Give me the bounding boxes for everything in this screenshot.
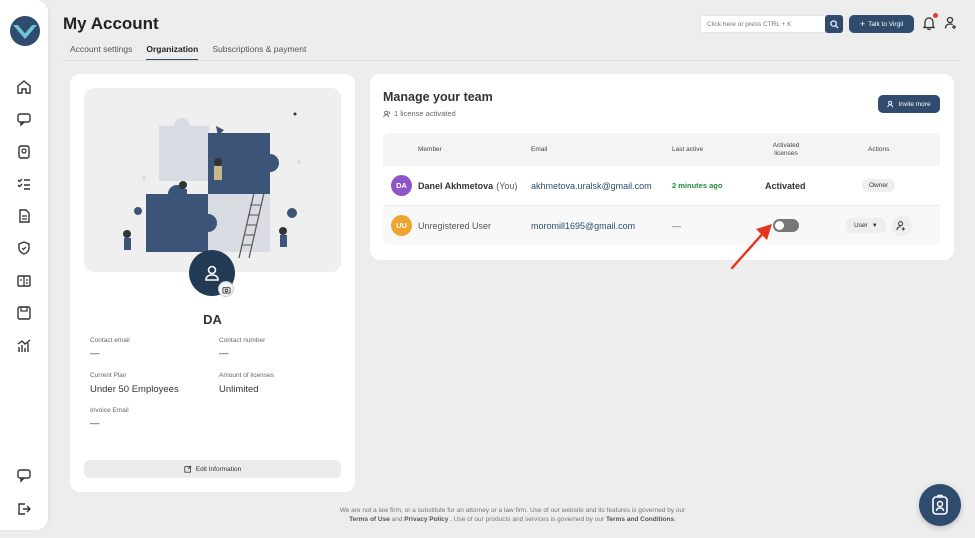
member-name: Unregistered User: [418, 220, 492, 231]
license-status: 1 license activated: [383, 109, 456, 118]
search-bar: [700, 15, 843, 33]
chevron-down-icon: ▼: [871, 222, 878, 229]
shield-icon[interactable]: [14, 238, 34, 258]
role-select[interactable]: User ▼: [846, 218, 886, 233]
avatar: DA: [391, 175, 412, 196]
tab-subscriptions-payment[interactable]: Subscriptions & payment: [212, 44, 306, 61]
upload-photo-button[interactable]: [218, 281, 234, 297]
app-logo[interactable]: [10, 16, 40, 46]
footer-end: .: [674, 516, 676, 523]
edit-information-button[interactable]: Edit Information: [84, 460, 341, 478]
tab-organization[interactable]: Organization: [146, 44, 199, 61]
puzzle-illustration: [84, 88, 341, 272]
home-icon[interactable]: [14, 77, 34, 97]
footer-line-1: We are not a law firm, or a substitute f…: [339, 507, 686, 514]
compare-icon[interactable]: [14, 271, 34, 291]
member-email[interactable]: moromill1695@gmail.com: [531, 206, 635, 245]
licenses-amount-label: Amount of licenses: [219, 372, 274, 379]
column-member: Member: [418, 146, 442, 153]
member-suffix: (You): [496, 180, 518, 191]
tabs-divider: [63, 60, 960, 61]
owner-cell: Owner: [862, 166, 896, 205]
users-icon: [383, 110, 390, 117]
column-email: Email: [531, 146, 548, 153]
assistant-badge-icon: [932, 494, 948, 515]
member-name: Danel Akhmetova: [418, 180, 494, 191]
add-user-icon: [887, 100, 894, 108]
save-icon[interactable]: [14, 303, 34, 323]
sidebar: [0, 0, 48, 530]
search-input[interactable]: [701, 20, 825, 28]
current-plan-value: Under 50 Employees: [90, 384, 179, 395]
document-icon[interactable]: [14, 206, 34, 226]
team-table: Member Email Last active Activated licen…: [383, 133, 940, 245]
invoice-email-value: —: [90, 418, 100, 429]
annotation-arrow-icon: [730, 224, 772, 270]
team-title: Manage your team: [383, 90, 493, 104]
table-row: DA Danel Akhmetova (You) akhmetova.urals…: [383, 166, 940, 206]
table-row: UU Unregistered User moromill1695@gmail.…: [383, 206, 940, 245]
contact-email-value: —: [90, 348, 100, 359]
avatar: UU: [391, 215, 412, 236]
current-plan-label: Current Plan: [90, 372, 127, 379]
invoice-email-label: Invoice Email: [90, 407, 129, 414]
column-last-active: Last active: [672, 146, 704, 153]
contact-number-value: —: [219, 348, 229, 359]
search-button[interactable]: [825, 15, 843, 33]
actions-cell: User ▼: [846, 206, 912, 245]
member-email[interactable]: akhmetova.uralsk@gmail.com: [531, 166, 652, 205]
contact-number-label: Contact number: [219, 337, 266, 344]
camera-icon: [221, 286, 231, 294]
organization-initials: DA: [203, 312, 222, 327]
owner-badge: Owner: [862, 179, 896, 192]
organization-profile-card: DA Contact email — Contact number — Curr…: [70, 74, 355, 492]
column-activated-licenses: Activated licenses: [772, 141, 800, 157]
notification-dot: [933, 13, 938, 18]
tab-account-settings[interactable]: Account settings: [70, 44, 132, 61]
messages-icon[interactable]: [14, 465, 34, 485]
footer-line-2: Terms of Use and Privacy Policy . Use of…: [0, 515, 975, 524]
last-active-value: —: [672, 220, 681, 231]
talk-to-virgil-button[interactable]: + Talk to Virgil: [849, 15, 914, 33]
license-toggle[interactable]: [773, 219, 799, 232]
chat-icon[interactable]: [14, 109, 34, 129]
assistant-help-button[interactable]: [919, 484, 961, 526]
plus-icon: +: [859, 18, 866, 29]
license-toggle-cell: [773, 206, 799, 245]
assign-user-button[interactable]: [891, 215, 912, 236]
invite-more-button[interactable]: Invite more: [878, 95, 940, 113]
table-header: Member Email Last active Activated licen…: [383, 133, 940, 166]
last-active-value: 2 minutes ago: [672, 181, 723, 190]
invite-more-label: Invite more: [898, 100, 931, 108]
column-actions: Actions: [868, 146, 890, 153]
member-cell: DA Danel Akhmetova (You): [391, 166, 517, 205]
user-icon: [205, 265, 219, 281]
search-icon: [829, 19, 839, 29]
terms-conditions-link[interactable]: Terms and Conditions: [606, 516, 674, 523]
analytics-icon[interactable]: [14, 336, 34, 356]
account-tabs: Account settings Organization Subscripti…: [70, 44, 306, 61]
activated-status: Activated: [765, 180, 806, 191]
page-title: My Account: [63, 14, 159, 33]
edit-information-label: Edit Information: [195, 465, 242, 473]
member-cell: UU Unregistered User: [391, 206, 491, 245]
user-settings-icon: [896, 221, 906, 231]
contact-email-label: Contact email: [90, 337, 130, 344]
role-value: User: [854, 222, 868, 229]
privacy-policy-link[interactable]: Privacy Policy: [404, 516, 448, 523]
talk-to-virgil-label: Talk to Virgil: [868, 20, 904, 28]
account-user-icon[interactable]: [944, 15, 958, 31]
terms-of-use-link[interactable]: Terms of Use: [349, 516, 390, 523]
footer-and: and: [391, 516, 403, 523]
footer-mid: . Use of our products and services is go…: [450, 516, 605, 523]
license-count-text: 1 license activated: [394, 109, 456, 118]
team-management-card: Manage your team 1 license activated Inv…: [370, 74, 954, 260]
legal-footer: We are not a law firm, or a substitute f…: [0, 506, 975, 524]
edit-icon: [184, 465, 192, 473]
badge-icon[interactable]: [14, 142, 34, 162]
checklist-icon[interactable]: [14, 174, 34, 194]
licenses-amount-value: Unlimited: [219, 384, 259, 395]
